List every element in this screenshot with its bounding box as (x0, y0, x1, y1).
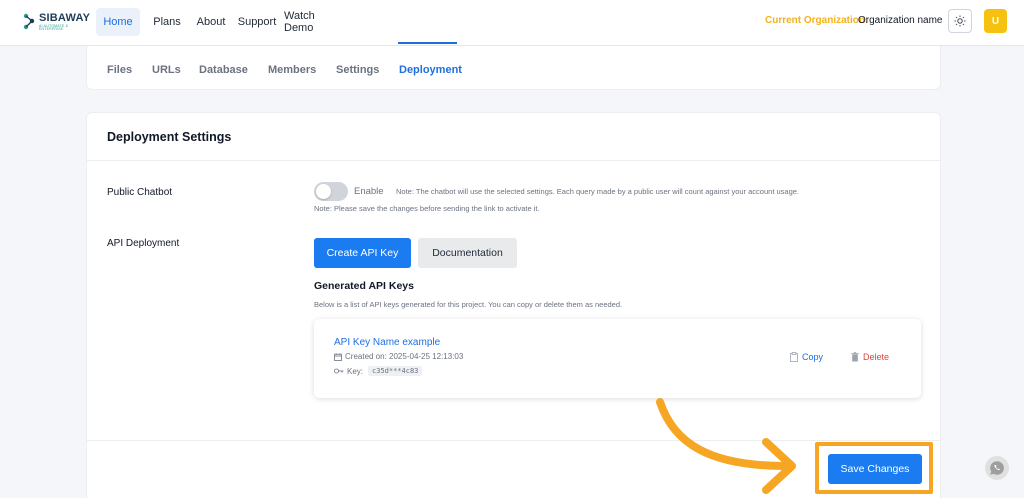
delete-label: Delete (863, 352, 890, 362)
save-before-link-note: Note: Please save the changes before sen… (314, 204, 540, 213)
nav-home[interactable]: Home (96, 8, 140, 36)
tab-database[interactable]: Database (199, 64, 248, 76)
whatsapp-chat-button[interactable] (985, 456, 1009, 480)
divider (87, 160, 940, 161)
key-icon (334, 368, 344, 374)
generated-keys-title: Generated API Keys (314, 280, 414, 292)
logo-icon (22, 12, 36, 32)
whatsapp-icon (990, 461, 1004, 475)
top-navbar: SIBAWAY AI AUTOMATE & ENTERPRISE Home Pl… (0, 0, 1024, 46)
highlight-box (815, 442, 933, 494)
public-chatbot-toggle[interactable] (314, 182, 348, 201)
current-org-name[interactable]: Organization name (858, 15, 943, 26)
tab-urls[interactable]: URLs (152, 64, 181, 76)
tab-files[interactable]: Files (107, 64, 132, 76)
tab-members[interactable]: Members (268, 64, 316, 76)
nav-about[interactable]: About (194, 8, 228, 36)
api-key-item: API Key Name example Created on: 2025-04… (314, 319, 921, 398)
brand-tagline: AI AUTOMATE & ENTERPRISE (39, 23, 69, 31)
brand-logo[interactable]: SIBAWAY AI AUTOMATE & ENTERPRISE (22, 10, 90, 34)
api-key-value: c35d***4c83 (368, 366, 423, 376)
trash-icon (851, 352, 859, 362)
clipboard-icon (790, 352, 798, 362)
public-chatbot-label: Public Chatbot (107, 187, 173, 198)
nav-plans[interactable]: Plans (150, 8, 184, 36)
tab-settings[interactable]: Settings (336, 64, 379, 76)
user-avatar[interactable]: U (984, 9, 1007, 33)
toggle-label: Enable (354, 186, 384, 197)
api-key-name: API Key Name example (334, 337, 441, 348)
delete-key-button[interactable]: Delete (851, 352, 889, 362)
documentation-button[interactable]: Documentation (418, 238, 517, 268)
copy-label: Copy (802, 352, 824, 362)
brand-name: SIBAWAY (39, 11, 91, 24)
public-chatbot-note: Note: The chatbot will use the selected … (396, 187, 800, 196)
api-key-label: Key: (347, 366, 364, 376)
copy-key-button[interactable]: Copy (790, 352, 823, 362)
active-tab-indicator (398, 42, 457, 44)
project-tabs: Files URLs Database Members Settings Dep… (86, 46, 941, 90)
toggle-knob (316, 184, 331, 199)
arrow-icon (656, 398, 796, 494)
nav-watch-demo[interactable]: Watch Demo (284, 8, 346, 36)
calendar-icon (334, 352, 342, 361)
sun-icon (954, 15, 966, 27)
api-key-created: Created on: 2025-04-25 12:13:03 (345, 352, 464, 361)
generated-keys-description: Below is a list of API keys generated fo… (314, 300, 623, 309)
current-org-label: Current Organization: (765, 15, 869, 26)
tab-deployment[interactable]: Deployment (399, 64, 462, 76)
api-deployment-label: API Deployment (107, 238, 180, 249)
card-title: Deployment Settings (107, 130, 232, 144)
create-api-key-button[interactable]: Create API Key (314, 238, 411, 268)
theme-toggle-button[interactable] (948, 9, 972, 33)
nav-support[interactable]: Support (237, 8, 277, 36)
